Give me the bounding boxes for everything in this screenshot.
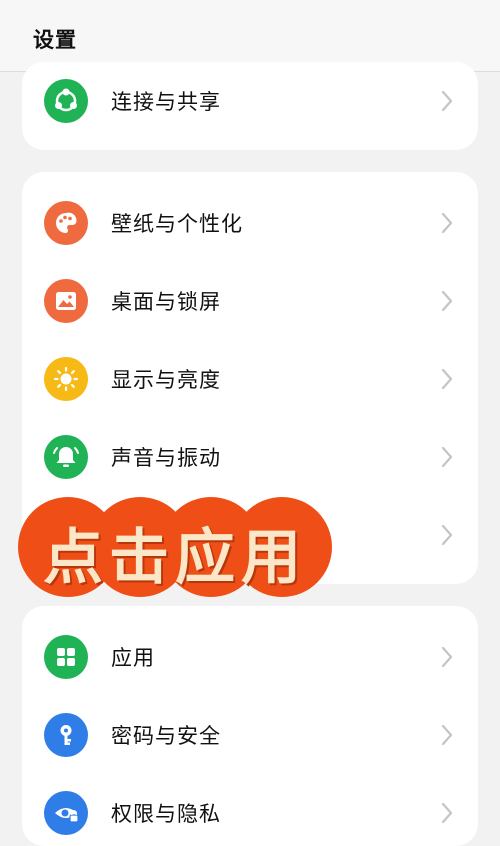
- privacy-eye-icon: [44, 791, 88, 835]
- chevron-right-icon: [441, 724, 453, 746]
- chevron-right-icon: [441, 212, 453, 234]
- settings-item-password-security[interactable]: 密码与安全: [22, 696, 478, 774]
- chevron-right-icon: [441, 290, 453, 312]
- settings-group-connectivity: 连接与共享: [22, 62, 478, 150]
- settings-item-permissions-privacy[interactable]: 权限与隐私: [22, 774, 478, 846]
- page-title: 设置: [33, 28, 77, 52]
- settings-item-label: 壁纸与个性化: [111, 212, 243, 236]
- settings-item-sound-vibration[interactable]: 声音与振动: [22, 418, 478, 496]
- key-icon: [44, 713, 88, 757]
- settings-item-label: 声音与振动: [111, 446, 221, 470]
- chevron-right-icon: [441, 524, 453, 546]
- settings-item-apps[interactable]: 应用: [22, 618, 478, 696]
- share-icon: [44, 79, 88, 123]
- settings-item-label: 显示与亮度: [111, 368, 221, 392]
- settings-item-label: 桌面与锁屏: [111, 290, 221, 314]
- chevron-right-icon: [441, 90, 453, 112]
- apps-icon: [44, 635, 88, 679]
- settings-item-label: 权限与隐私: [111, 802, 221, 826]
- settings-item-desktop-lockscreen[interactable]: 桌面与锁屏: [22, 262, 478, 340]
- chevron-right-icon: [441, 368, 453, 390]
- chevron-right-icon: [441, 802, 453, 824]
- settings-item-wallpaper[interactable]: 壁纸与个性化: [22, 184, 478, 262]
- picture-icon: [44, 279, 88, 323]
- chevron-right-icon: [441, 646, 453, 668]
- sun-icon: [44, 357, 88, 401]
- bell-icon: [44, 435, 88, 479]
- settings-item-display-brightness[interactable]: 显示与亮度: [22, 340, 478, 418]
- settings-item-label: 连接与共享: [111, 90, 221, 114]
- palette-icon: [44, 201, 88, 245]
- settings-item-label: 应用: [111, 646, 155, 670]
- settings-group-apps-security: 应用 密码与安全 权限与隐私: [22, 606, 478, 846]
- tap-apps-annotation-banner: 点击应用: [18, 497, 332, 597]
- settings-item-label: 密码与安全: [111, 724, 221, 748]
- chevron-right-icon: [441, 446, 453, 468]
- settings-item-connection-sharing[interactable]: 连接与共享: [22, 62, 478, 140]
- banner-text: 点击应用: [43, 523, 307, 593]
